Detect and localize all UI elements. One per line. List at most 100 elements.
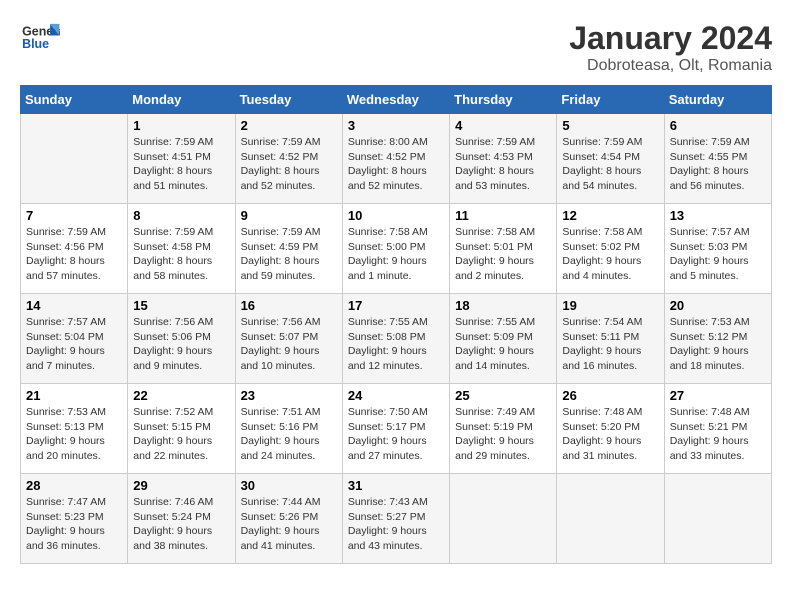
day-number: 31 <box>348 478 444 493</box>
day-number: 4 <box>455 118 551 133</box>
day-info: Sunrise: 7:55 AM Sunset: 5:08 PM Dayligh… <box>348 315 444 374</box>
calendar-cell: 6 Sunrise: 7:59 AM Sunset: 4:55 PM Daylig… <box>664 114 771 204</box>
day-number: 10 <box>348 208 444 223</box>
page-header: General Blue January 2024 Dobroteasa, Ol… <box>20 20 772 75</box>
day-number: 21 <box>26 388 122 403</box>
day-info: Sunrise: 7:47 AM Sunset: 5:23 PM Dayligh… <box>26 495 122 554</box>
col-header-tuesday: Tuesday <box>235 86 342 114</box>
day-number: 7 <box>26 208 122 223</box>
day-number: 6 <box>670 118 766 133</box>
day-info: Sunrise: 7:50 AM Sunset: 5:17 PM Dayligh… <box>348 405 444 464</box>
calendar-week-row: 28 Sunrise: 7:47 AM Sunset: 5:23 PM Dayli… <box>21 474 772 564</box>
day-number: 8 <box>133 208 229 223</box>
day-number: 18 <box>455 298 551 313</box>
day-info: Sunrise: 7:57 AM Sunset: 5:04 PM Dayligh… <box>26 315 122 374</box>
calendar-cell: 28 Sunrise: 7:47 AM Sunset: 5:23 PM Dayli… <box>21 474 128 564</box>
logo: General Blue <box>20 20 60 55</box>
calendar-week-row: 7 Sunrise: 7:59 AM Sunset: 4:56 PM Daylig… <box>21 204 772 294</box>
day-info: Sunrise: 7:51 AM Sunset: 5:16 PM Dayligh… <box>241 405 337 464</box>
calendar-cell: 7 Sunrise: 7:59 AM Sunset: 4:56 PM Daylig… <box>21 204 128 294</box>
calendar-cell: 9 Sunrise: 7:59 AM Sunset: 4:59 PM Daylig… <box>235 204 342 294</box>
calendar-cell: 14Sunrise: 7:57 AM Sunset: 5:04 PM Dayli… <box>21 294 128 384</box>
day-number: 30 <box>241 478 337 493</box>
calendar-cell: 31 Sunrise: 7:43 AM Sunset: 5:27 PM Dayli… <box>342 474 449 564</box>
subtitle: Dobroteasa, Olt, Romania <box>569 57 772 75</box>
day-number: 29 <box>133 478 229 493</box>
day-info: Sunrise: 7:54 AM Sunset: 5:11 PM Dayligh… <box>562 315 658 374</box>
calendar-cell: 3 Sunrise: 8:00 AM Sunset: 4:52 PM Daylig… <box>342 114 449 204</box>
col-header-wednesday: Wednesday <box>342 86 449 114</box>
calendar-cell: 26 Sunrise: 7:48 AM Sunset: 5:20 PM Dayli… <box>557 384 664 474</box>
day-info: Sunrise: 7:44 AM Sunset: 5:26 PM Dayligh… <box>241 495 337 554</box>
col-header-monday: Monday <box>128 86 235 114</box>
main-title: January 2024 <box>569 20 772 57</box>
calendar-week-row: 14Sunrise: 7:57 AM Sunset: 5:04 PM Dayli… <box>21 294 772 384</box>
day-number: 3 <box>348 118 444 133</box>
calendar-table: SundayMondayTuesdayWednesdayThursdayFrid… <box>20 85 772 564</box>
day-number: 17 <box>348 298 444 313</box>
day-number: 11 <box>455 208 551 223</box>
calendar-week-row: 1 Sunrise: 7:59 AM Sunset: 4:51 PM Daylig… <box>21 114 772 204</box>
day-info: Sunrise: 7:52 AM Sunset: 5:15 PM Dayligh… <box>133 405 229 464</box>
day-info: Sunrise: 7:59 AM Sunset: 4:52 PM Dayligh… <box>241 135 337 194</box>
calendar-cell <box>21 114 128 204</box>
calendar-cell: 15 Sunrise: 7:56 AM Sunset: 5:06 PM Dayli… <box>128 294 235 384</box>
title-block: January 2024 Dobroteasa, Olt, Romania <box>569 20 772 75</box>
day-info: Sunrise: 7:48 AM Sunset: 5:20 PM Dayligh… <box>562 405 658 464</box>
day-info: Sunrise: 7:59 AM Sunset: 4:58 PM Dayligh… <box>133 225 229 284</box>
calendar-cell: 27 Sunrise: 7:48 AM Sunset: 5:21 PM Dayli… <box>664 384 771 474</box>
day-info: Sunrise: 7:59 AM Sunset: 4:56 PM Dayligh… <box>26 225 122 284</box>
day-number: 9 <box>241 208 337 223</box>
day-info: Sunrise: 7:53 AM Sunset: 5:12 PM Dayligh… <box>670 315 766 374</box>
day-number: 16 <box>241 298 337 313</box>
col-header-saturday: Saturday <box>664 86 771 114</box>
svg-text:Blue: Blue <box>22 37 49 51</box>
day-number: 26 <box>562 388 658 403</box>
calendar-cell: 13Sunrise: 7:57 AM Sunset: 5:03 PM Dayli… <box>664 204 771 294</box>
day-number: 28 <box>26 478 122 493</box>
calendar-cell: 8 Sunrise: 7:59 AM Sunset: 4:58 PM Daylig… <box>128 204 235 294</box>
day-number: 15 <box>133 298 229 313</box>
day-info: Sunrise: 7:57 AM Sunset: 5:03 PM Dayligh… <box>670 225 766 284</box>
calendar-cell: 16Sunrise: 7:56 AM Sunset: 5:07 PM Dayli… <box>235 294 342 384</box>
day-info: Sunrise: 7:58 AM Sunset: 5:01 PM Dayligh… <box>455 225 551 284</box>
col-header-thursday: Thursday <box>450 86 557 114</box>
calendar-cell: 21 Sunrise: 7:53 AM Sunset: 5:13 PM Dayli… <box>21 384 128 474</box>
calendar-cell: 25Sunrise: 7:49 AM Sunset: 5:19 PM Dayli… <box>450 384 557 474</box>
calendar-cell <box>450 474 557 564</box>
day-info: Sunrise: 7:46 AM Sunset: 5:24 PM Dayligh… <box>133 495 229 554</box>
day-info: Sunrise: 7:59 AM Sunset: 4:53 PM Dayligh… <box>455 135 551 194</box>
day-number: 2 <box>241 118 337 133</box>
day-info: Sunrise: 7:48 AM Sunset: 5:21 PM Dayligh… <box>670 405 766 464</box>
calendar-cell <box>557 474 664 564</box>
calendar-cell: 4 Sunrise: 7:59 AM Sunset: 4:53 PM Daylig… <box>450 114 557 204</box>
day-info: Sunrise: 7:58 AM Sunset: 5:00 PM Dayligh… <box>348 225 444 284</box>
calendar-cell: 22Sunrise: 7:52 AM Sunset: 5:15 PM Dayli… <box>128 384 235 474</box>
day-info: Sunrise: 7:53 AM Sunset: 5:13 PM Dayligh… <box>26 405 122 464</box>
col-header-sunday: Sunday <box>21 86 128 114</box>
calendar-cell: 12Sunrise: 7:58 AM Sunset: 5:02 PM Dayli… <box>557 204 664 294</box>
calendar-cell <box>664 474 771 564</box>
day-info: Sunrise: 7:59 AM Sunset: 4:59 PM Dayligh… <box>241 225 337 284</box>
day-info: Sunrise: 7:43 AM Sunset: 5:27 PM Dayligh… <box>348 495 444 554</box>
calendar-cell: 1 Sunrise: 7:59 AM Sunset: 4:51 PM Daylig… <box>128 114 235 204</box>
day-info: Sunrise: 7:59 AM Sunset: 4:51 PM Dayligh… <box>133 135 229 194</box>
day-info: Sunrise: 8:00 AM Sunset: 4:52 PM Dayligh… <box>348 135 444 194</box>
day-number: 24 <box>348 388 444 403</box>
day-info: Sunrise: 7:59 AM Sunset: 4:54 PM Dayligh… <box>562 135 658 194</box>
calendar-cell: 29 Sunrise: 7:46 AM Sunset: 5:24 PM Dayli… <box>128 474 235 564</box>
day-info: Sunrise: 7:56 AM Sunset: 5:06 PM Dayligh… <box>133 315 229 374</box>
logo-icon: General Blue <box>20 20 60 55</box>
calendar-cell: 5 Sunrise: 7:59 AM Sunset: 4:54 PM Daylig… <box>557 114 664 204</box>
day-number: 19 <box>562 298 658 313</box>
calendar-cell: 23Sunrise: 7:51 AM Sunset: 5:16 PM Dayli… <box>235 384 342 474</box>
day-number: 1 <box>133 118 229 133</box>
day-info: Sunrise: 7:55 AM Sunset: 5:09 PM Dayligh… <box>455 315 551 374</box>
day-number: 12 <box>562 208 658 223</box>
day-number: 27 <box>670 388 766 403</box>
calendar-header-row: SundayMondayTuesdayWednesdayThursdayFrid… <box>21 86 772 114</box>
day-info: Sunrise: 7:59 AM Sunset: 4:55 PM Dayligh… <box>670 135 766 194</box>
day-number: 5 <box>562 118 658 133</box>
calendar-cell: 24 Sunrise: 7:50 AM Sunset: 5:17 PM Dayli… <box>342 384 449 474</box>
calendar-cell: 2 Sunrise: 7:59 AM Sunset: 4:52 PM Daylig… <box>235 114 342 204</box>
